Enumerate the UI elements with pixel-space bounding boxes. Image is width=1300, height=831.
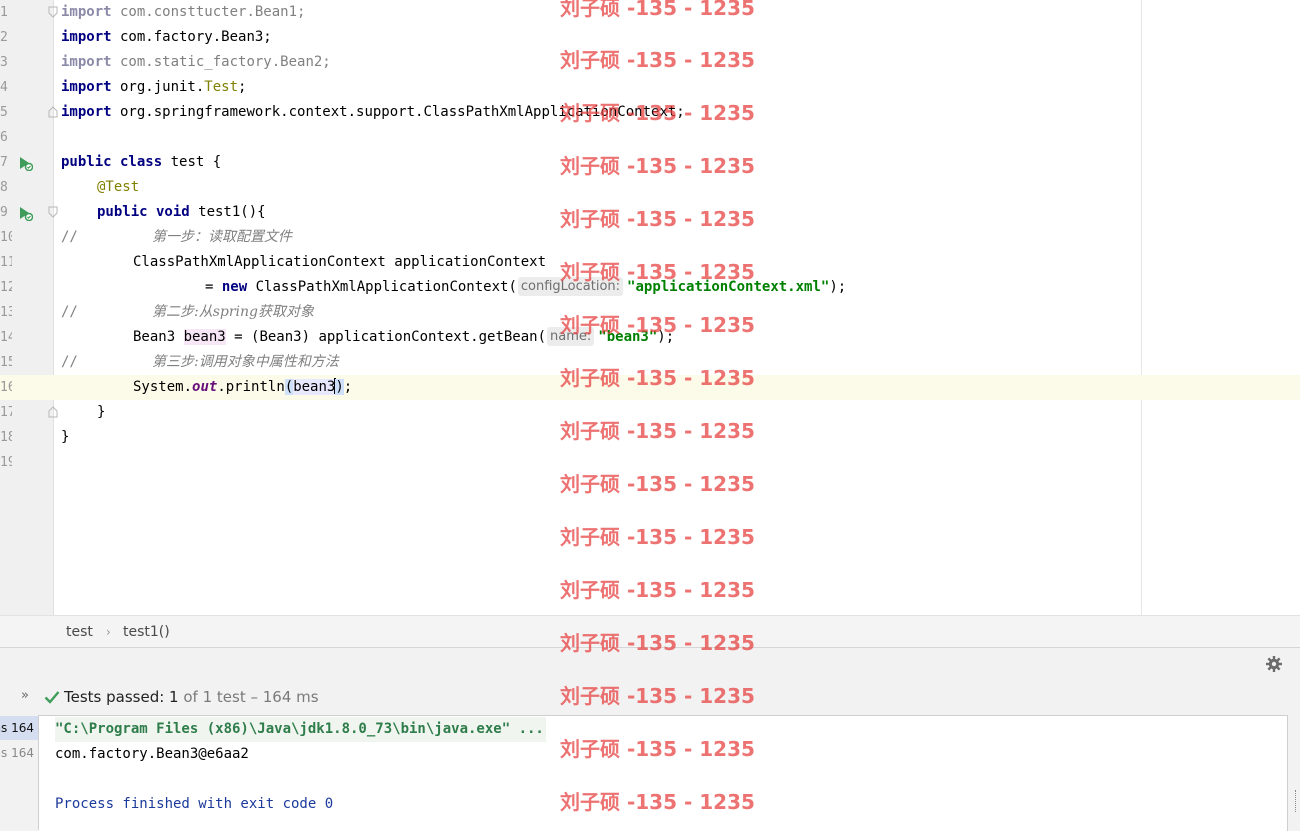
line-number: 5 (0, 105, 8, 120)
line-number: 15 (0, 355, 12, 370)
watermark: 刘子硕 -135 - 1235 (560, 207, 755, 231)
argument-bean3[interactable]: bean3 (293, 379, 336, 395)
semicolon: ; (238, 79, 247, 95)
line-number: 13 (0, 305, 12, 320)
new-keyword: new (221, 279, 248, 295)
method-close-brace: } (97, 404, 106, 420)
comment-prefix: // (61, 304, 78, 320)
line-number: 11 (0, 255, 12, 270)
watermark: 刘子硕 -135 - 1235 (560, 631, 755, 655)
semicolon: ; (343, 379, 353, 395)
fold-icon[interactable] (48, 206, 58, 218)
import-keyword: import (61, 4, 112, 20)
breadcrumb-separator: › (106, 625, 111, 639)
status-detail: of 1 test – 164 ms (178, 688, 319, 706)
statement-end: ); (829, 279, 847, 295)
open-paren: ( (284, 379, 294, 395)
assign-op: = (205, 279, 222, 295)
class-close-brace: } (61, 429, 70, 445)
println-call: .println (217, 379, 285, 395)
test-tree-times: 164 ms 164 ms (0, 715, 39, 830)
variable-declaration: ClassPathXmlApplicationContext applicati… (133, 254, 547, 270)
import-keyword: import (61, 104, 112, 120)
close-paren: ) (335, 379, 344, 395)
watermark: 刘子硕 -135 - 1235 (560, 737, 755, 761)
expand-toolbar-button[interactable]: » (21, 688, 29, 703)
line-number: 4 (0, 80, 8, 95)
type-name: Bean3 (133, 329, 184, 345)
watermark: 刘子硕 -135 - 1235 (560, 154, 755, 178)
check-icon (44, 691, 60, 704)
fold-icon[interactable] (48, 406, 58, 418)
passed-count: 1 (169, 688, 179, 706)
line-number: 19 (0, 455, 12, 470)
import-path: org.junit. (111, 79, 205, 95)
fold-icon[interactable] (48, 106, 58, 118)
comment-text: 第三步:调用对象中属性和方法 (152, 354, 339, 370)
line-number: 14 (0, 330, 12, 345)
watermark: 刘子硕 -135 - 1235 (560, 684, 755, 708)
system-class: System. (133, 379, 193, 395)
watermark: 刘子硕 -135 - 1235 (560, 525, 755, 549)
import-keyword: import (61, 79, 112, 95)
constructor-call: ClassPathXmlApplicationContext( (247, 279, 517, 295)
comment-prefix: // (61, 354, 78, 370)
breadcrumb-item-class[interactable]: test (66, 624, 93, 640)
import-path: com.consttucter.Bean1; (111, 4, 306, 20)
line-number: 7 (0, 155, 8, 170)
status-label: Tests passed: (64, 688, 170, 706)
line-number: 2 (0, 30, 8, 45)
method-keyword: public void (97, 204, 190, 220)
variable-name[interactable]: bean3 (183, 329, 226, 345)
line-number: 8 (0, 180, 8, 195)
watermark: 刘子硕 -135 - 1235 (560, 472, 755, 496)
test-time-root[interactable]: 164 ms (0, 716, 38, 740)
watermark: 刘子硕 -135 - 1235 (560, 578, 755, 602)
breadcrumb-item-method[interactable]: test1() (123, 624, 170, 640)
line-number: 12 (0, 280, 12, 295)
watermark: 刘子硕 -135 - 1235 (560, 101, 755, 125)
watermark: 刘子硕 -135 - 1235 (560, 313, 755, 337)
watermark: 刘子硕 -135 - 1235 (560, 260, 755, 284)
run-gutter-icon[interactable] (17, 205, 33, 221)
class-keyword: public class (61, 154, 163, 170)
line-number: 17 (0, 405, 12, 420)
import-keyword: import (61, 54, 112, 70)
import-path: com.factory.Bean3; (111, 29, 272, 45)
line-number: 16 (0, 380, 12, 395)
imported-class: Test (204, 79, 239, 95)
line-number: 9 (0, 205, 8, 220)
method-declaration: test1(){ (189, 204, 266, 220)
line-number: 10 (0, 230, 12, 245)
comment-text: 第二步:从spring获取对象 (152, 304, 315, 320)
getbean-call: = (Bean3) applicationContext.getBean( (225, 329, 547, 345)
console-scrollbar[interactable] (1295, 790, 1300, 812)
watermark: 刘子硕 -135 - 1235 (560, 366, 755, 390)
fold-icon[interactable] (48, 6, 58, 18)
test-annotation: @Test (97, 179, 140, 195)
line-number: 1 (0, 5, 8, 20)
line-number: 3 (0, 55, 8, 70)
out-field: out (192, 379, 218, 395)
test-status: Tests passed: 1 of 1 test – 164 ms (64, 688, 319, 706)
line-number: 18 (0, 430, 12, 445)
run-gutter-icon[interactable] (17, 155, 33, 171)
watermark: 刘子硕 -135 - 1235 (560, 419, 755, 443)
test-time-child[interactable]: 164 ms (0, 741, 38, 765)
import-keyword: import (61, 29, 112, 45)
console-command-line[interactable]: "C:\Program Files (x86)\Java\jdk1.8.0_73… (55, 717, 546, 742)
line-number: 6 (0, 130, 8, 145)
gear-icon[interactable] (1265, 655, 1283, 673)
watermark: 刘子硕 -135 - 1235 (560, 790, 755, 814)
comment-prefix: // (61, 229, 78, 245)
import-path: com.static_factory.Bean2; (111, 54, 331, 70)
watermark: 刘子硕 -135 - 1235 (560, 0, 755, 20)
comment-text: 第一步：读取配置文件 (152, 229, 292, 245)
console-output-line: com.factory.Bean3@e6aa2 (55, 746, 249, 762)
code-line-6[interactable]: 6 (0, 125, 1300, 150)
console-exit-line: Process finished with exit code 0 (55, 796, 334, 812)
class-declaration: test { (162, 154, 222, 170)
watermark: 刘子硕 -135 - 1235 (560, 48, 755, 72)
